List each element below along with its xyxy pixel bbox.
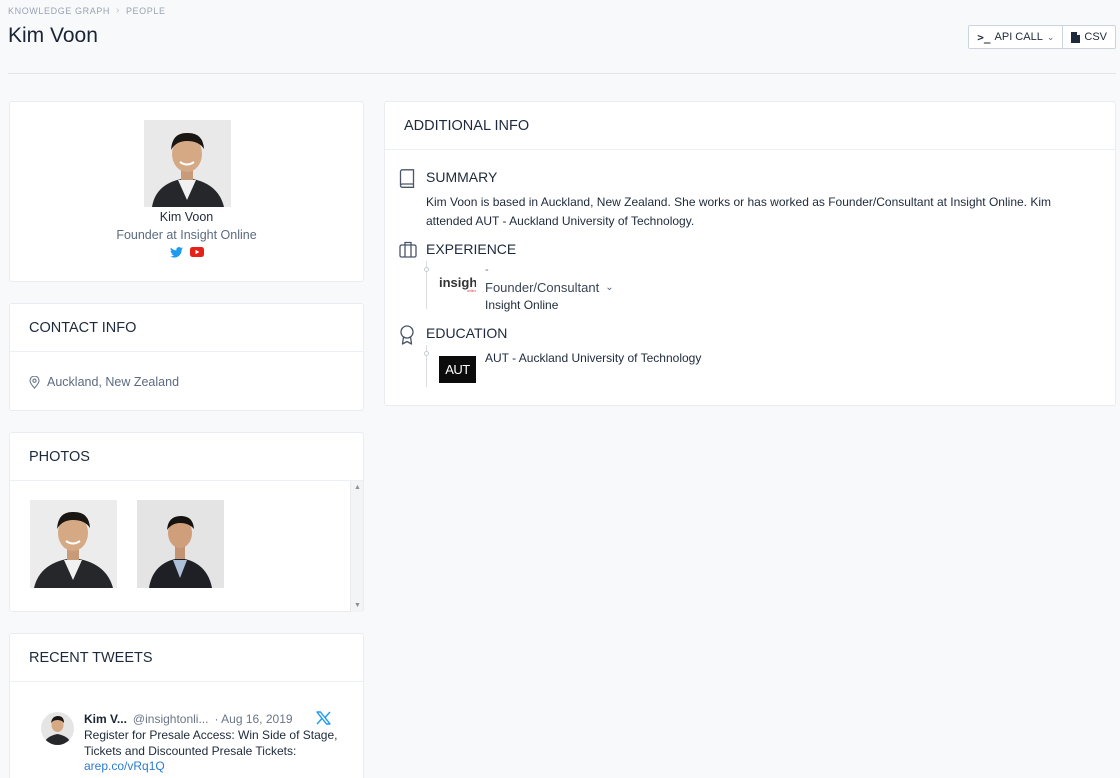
- summary-title: SUMMARY: [426, 169, 498, 185]
- photos-scrollbar[interactable]: ▲ ▼: [350, 481, 363, 612]
- contact-info-header: CONTACT INFO: [10, 304, 363, 352]
- breadcrumb-separator-icon: ›: [116, 5, 120, 16]
- education-title: EDUCATION: [426, 325, 508, 341]
- experience-title: EXPERIENCE: [426, 241, 517, 257]
- book-icon: [399, 169, 415, 188]
- tweet-author-name[interactable]: Kim V...: [84, 712, 127, 726]
- experience-role-label: Founder/Consultant: [485, 280, 600, 295]
- timeline-dot-icon: [424, 351, 429, 356]
- page-title: Kim Voon: [8, 24, 98, 47]
- contact-info-card: CONTACT INFO Auckland, New Zealand: [9, 303, 364, 411]
- svg-text:online: online: [467, 288, 476, 293]
- location-row: Auckland, New Zealand: [10, 352, 363, 389]
- photos-gallery: ▲ ▼: [10, 481, 363, 612]
- toolbar: >_ API CALL ⌄ CSV: [968, 25, 1116, 49]
- education-school[interactable]: AUT - Auckland University of Technology: [485, 351, 701, 365]
- api-call-label: API CALL: [994, 31, 1043, 43]
- profile-title: Founder at Insight Online: [116, 228, 257, 242]
- tweet-link[interactable]: arep.co/vRq1Q: [84, 759, 363, 773]
- chevron-down-icon[interactable]: ⌄: [605, 282, 613, 293]
- scroll-up-icon[interactable]: ▲: [354, 484, 361, 491]
- csv-label: CSV: [1084, 31, 1107, 43]
- tweet-handle[interactable]: @insightonli...: [133, 712, 209, 726]
- insight-online-logo[interactable]: insight online: [439, 275, 482, 302]
- photo-thumbnail[interactable]: [137, 500, 224, 588]
- terminal-icon: >_: [977, 30, 991, 44]
- youtube-icon[interactable]: [189, 247, 204, 257]
- experience-org[interactable]: Insight Online: [485, 298, 558, 312]
- tweet-text: Register for Presale Access: Win Side of…: [84, 728, 338, 758]
- chevron-down-icon: ⌄: [1046, 31, 1055, 42]
- profile-card: Kim Voon Founder at Insight Online: [9, 101, 364, 282]
- breadcrumb: KNOWLEDGE GRAPH › PEOPLE: [8, 5, 166, 16]
- tweet-item[interactable]: Kim V... @insightonli... · Aug 16, 2019 …: [10, 682, 363, 773]
- aut-logo[interactable]: AUT: [439, 356, 476, 383]
- briefcase-icon: [399, 241, 417, 258]
- profile-name: Kim Voon: [159, 210, 214, 224]
- photos-card: PHOTOS ▲ ▼: [9, 432, 364, 612]
- csv-button[interactable]: CSV: [1062, 26, 1115, 48]
- profile-avatar: [144, 120, 231, 207]
- scroll-down-icon[interactable]: ▼: [354, 602, 361, 609]
- recent-tweets-card: RECENT TWEETS Kim V... @insightonli... ·…: [9, 633, 364, 778]
- additional-info-header: ADDITIONAL INFO: [385, 102, 1115, 150]
- experience-dates: -: [485, 264, 489, 276]
- recent-tweets-header: RECENT TWEETS: [10, 634, 363, 682]
- photos-header: PHOTOS: [10, 433, 363, 481]
- summary-text: Kim Voon is based in Auckland, New Zeala…: [426, 195, 1051, 228]
- file-icon: [1071, 31, 1081, 43]
- map-pin-icon: [29, 375, 40, 389]
- x-logo-icon[interactable]: [316, 711, 331, 725]
- api-call-button[interactable]: >_ API CALL ⌄: [969, 26, 1062, 48]
- tweet-avatar: [41, 712, 74, 745]
- breadcrumb-item-knowledge-graph[interactable]: KNOWLEDGE GRAPH: [8, 6, 110, 16]
- additional-info-card: ADDITIONAL INFO SUMMARY Kim Voon is base…: [384, 101, 1116, 406]
- breadcrumb-item-people[interactable]: PEOPLE: [126, 6, 166, 16]
- header-divider: [8, 73, 1116, 74]
- twitter-icon[interactable]: [169, 247, 183, 258]
- tweet-date: · Aug 16, 2019: [214, 712, 293, 726]
- aut-logo-text: AUT: [445, 362, 470, 377]
- experience-role[interactable]: Founder/Consultant ⌄: [485, 280, 614, 295]
- location-text: Auckland, New Zealand: [47, 375, 180, 389]
- photo-thumbnail[interactable]: [30, 500, 117, 588]
- timeline-dot-icon: [424, 267, 429, 272]
- award-icon: [400, 325, 414, 345]
- social-links: [10, 247, 363, 258]
